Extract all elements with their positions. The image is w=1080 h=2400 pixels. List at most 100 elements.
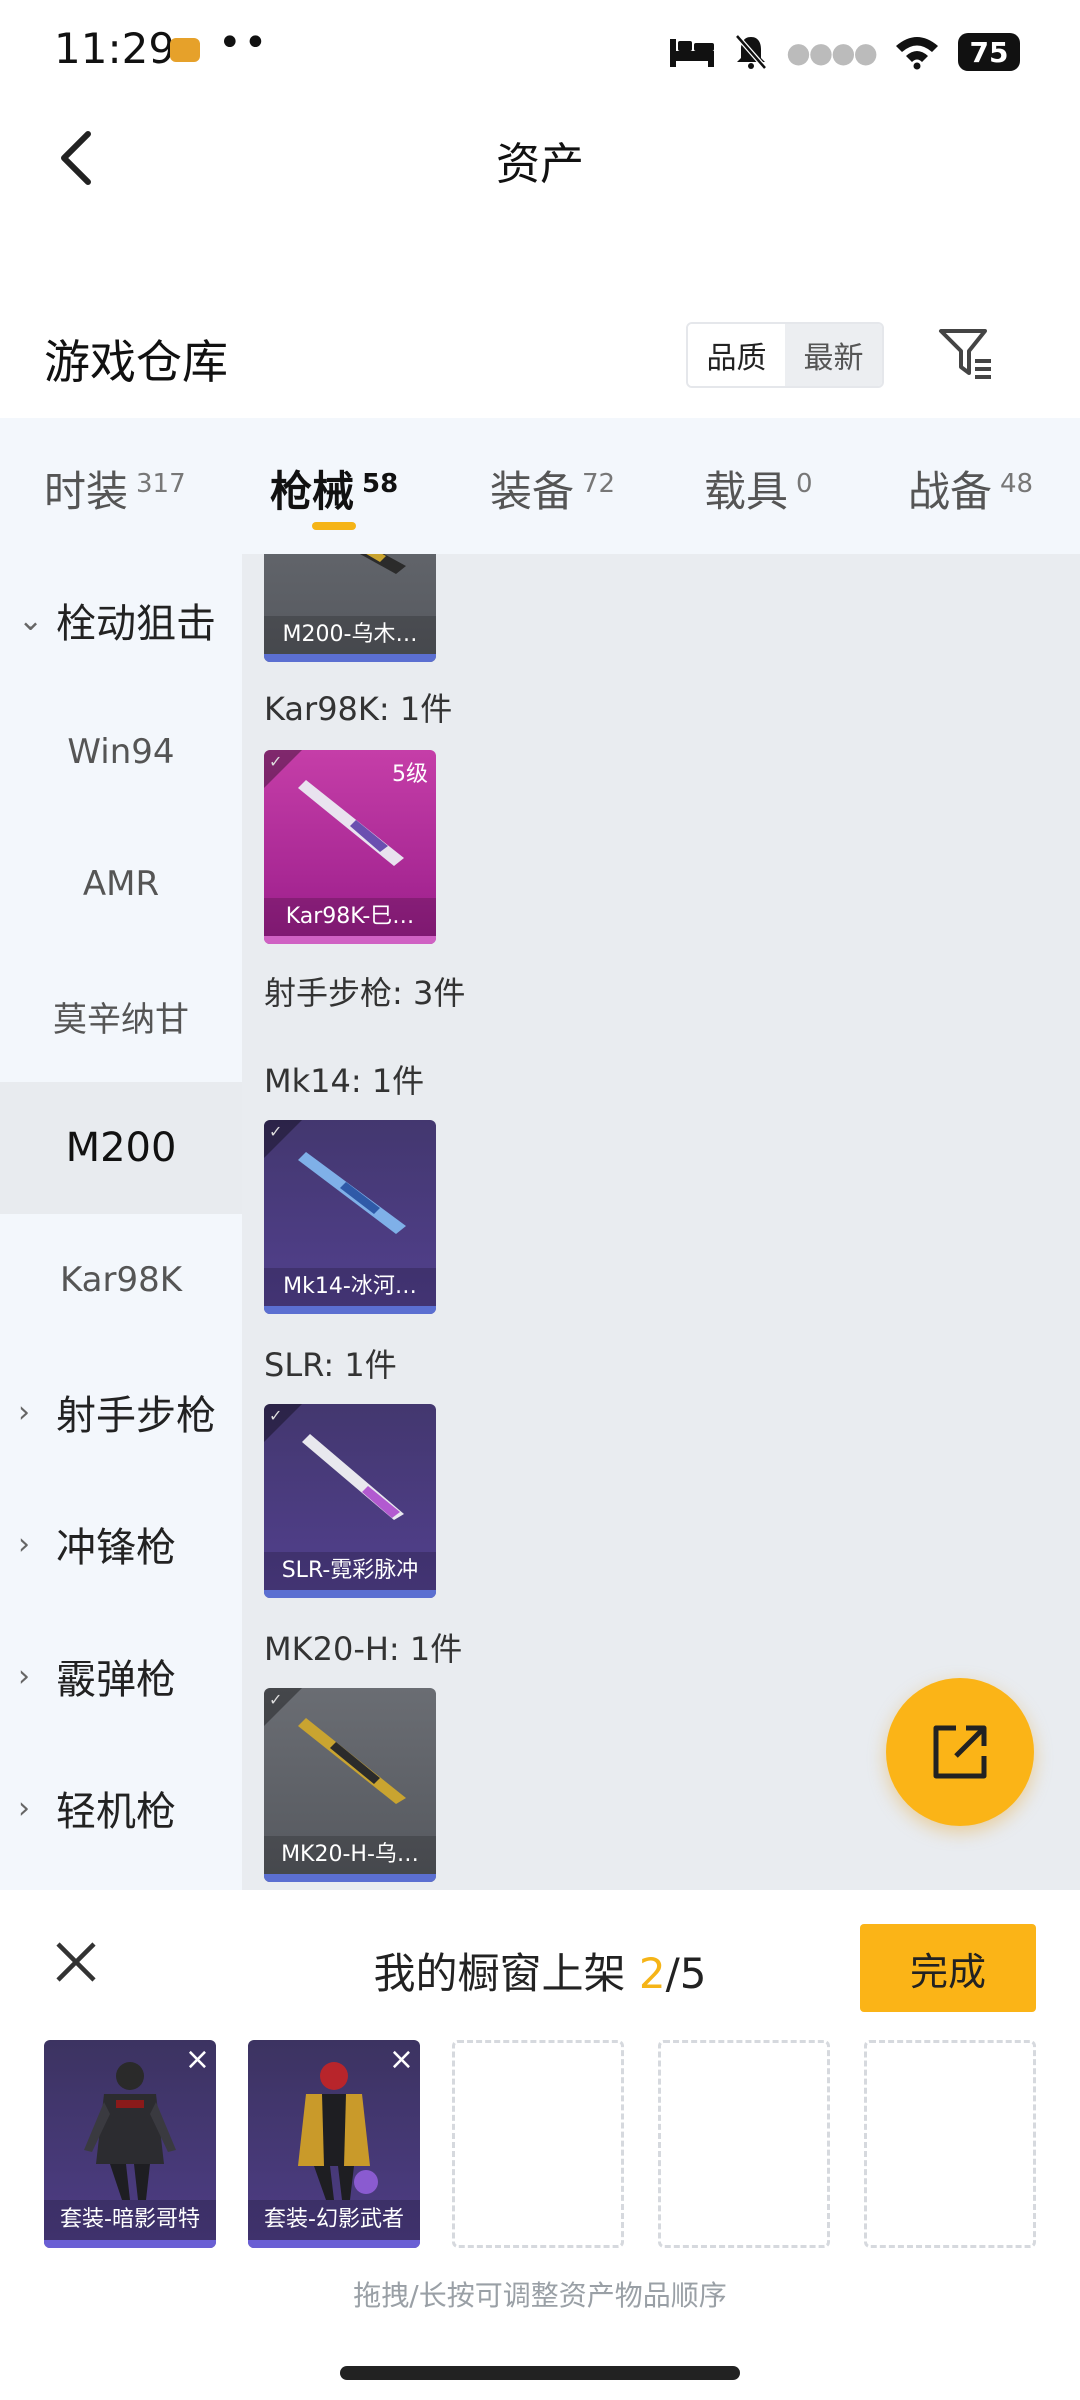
share-button[interactable] [886, 1678, 1034, 1826]
sidebar-item-kar98k[interactable]: Kar98K [0, 1214, 242, 1346]
chevron-right-icon: › [18, 1790, 30, 1826]
chevron-right-icon: › [18, 1658, 30, 1694]
weapon-card-name: Kar98K-巳… [264, 898, 436, 936]
empty-showcase-slot[interactable] [658, 2040, 830, 2248]
sidebar-item-shotgun[interactable]: › 霰弹枪 [0, 1610, 242, 1742]
sidebar-item-label: Win94 [67, 732, 175, 772]
weapon-card[interactable]: ✓ SLR-霓彩脉冲 [264, 1404, 436, 1598]
sidebar-item-mosin[interactable]: 莫辛纳甘 [0, 950, 242, 1082]
bed-icon [670, 39, 715, 67]
wifi-icon [896, 37, 938, 70]
sidebar-item-label: Kar98K [59, 1260, 183, 1300]
sort-quality-button[interactable]: 品质 [688, 324, 785, 386]
home-indicator[interactable] [340, 2366, 740, 2380]
gun-image-icon [298, 780, 404, 866]
outfit-image-icon [84, 2062, 176, 2200]
filter-button[interactable] [930, 318, 1000, 388]
sidebar-item-label: 莫辛纳甘 [53, 999, 189, 1040]
showcase-slot-name: 套装-幻影武者 [248, 2200, 420, 2240]
showcase-total: /5 [665, 1949, 707, 1998]
sidebar-item-marksman-rifle[interactable]: › 射手步枪 [0, 1346, 242, 1478]
tab-label: 装备 [490, 467, 575, 516]
tab-firearms[interactable]: 枪械 58 [270, 458, 398, 519]
showcase-count: 2 [638, 1949, 666, 1998]
sidebar-item-label: 轻机枪 [56, 1789, 176, 1835]
weapon-card-name: MK20-H-乌… [264, 1836, 436, 1874]
rarity-bar [264, 936, 436, 944]
weapon-card[interactable]: ✓ Mk14-冰河… [264, 1120, 436, 1314]
weapon-card[interactable]: ✓ MK20-H-乌… [264, 1688, 436, 1882]
warehouse-title: 游戏仓库 [44, 335, 228, 389]
tab-fashion[interactable]: 时装 317 [44, 458, 186, 519]
app-notification-icon [170, 38, 200, 62]
sidebar-item-bolt-action-sniper[interactable]: ⌄ 栓动狙击 [0, 554, 242, 686]
rarity-bar [264, 654, 436, 662]
tab-vehicles[interactable]: 载具 0 [704, 458, 813, 519]
battery-indicator: 75 [958, 33, 1020, 71]
active-tab-indicator [312, 522, 356, 530]
gun-image-icon [302, 1434, 404, 1520]
tab-label: 战备 [908, 467, 993, 516]
tab-count: 0 [796, 469, 813, 499]
sidebar-item-label: M200 [65, 1125, 177, 1171]
sidebar-item-label: 射手步枪 [56, 1393, 216, 1439]
chevron-right-icon: › [18, 1526, 30, 1562]
signal-dots-icon: ●●●● [786, 35, 878, 69]
section-label: MK20-H: 1件 [264, 1630, 463, 1668]
rarity-bar [264, 1306, 436, 1314]
mute-bell-icon [735, 34, 768, 70]
remove-slot-icon[interactable]: × [389, 2042, 414, 2077]
tab-label: 枪械 [270, 467, 355, 516]
sidebar-item-label: 霰弹枪 [56, 1657, 176, 1703]
rarity-bar [44, 2240, 216, 2248]
rarity-bar [264, 1590, 436, 1598]
section-label: Mk14: 1件 [264, 1062, 425, 1100]
showcase-title-text: 我的橱窗上架 [373, 1949, 639, 1998]
tab-count: 58 [362, 469, 399, 499]
sidebar-item-amr[interactable]: AMR [0, 818, 242, 950]
tab-count: 317 [136, 469, 186, 499]
sidebar-item-label: 栓动狙击 [56, 601, 216, 647]
filter-icon [939, 329, 991, 379]
rarity-bar [248, 2240, 420, 2248]
sidebar-item-lmg[interactable]: › 轻机枪 [0, 1742, 242, 1874]
page-title: 资产 [496, 139, 584, 190]
done-button[interactable]: 完成 [860, 1924, 1036, 2012]
showcase-slot[interactable]: × 套装-幻影武者 [248, 2040, 420, 2248]
chevron-right-icon: › [18, 1394, 30, 1430]
remove-slot-icon[interactable]: × [185, 2042, 210, 2077]
sidebar-item-label: 冲锋枪 [56, 1525, 176, 1571]
empty-showcase-slot[interactable] [452, 2040, 624, 2248]
rarity-bar [264, 1874, 436, 1882]
status-more-dots: •• [218, 20, 270, 66]
nav-bar: 资产 [0, 100, 1080, 212]
weapon-card[interactable]: M200-乌木… [264, 554, 436, 662]
status-bar: 11:29 •• ●●●● 75 [0, 0, 1080, 100]
section-label: 射手步枪: 3件 [264, 974, 466, 1012]
showcase-slot-name: 套装-暗影哥特 [44, 2200, 216, 2240]
gun-image-icon [298, 1718, 406, 1804]
sidebar-item-label: AMR [82, 864, 160, 904]
weapon-card[interactable]: ✓ 5级 Kar98K-巳… [264, 750, 436, 944]
weapon-type-sidebar: ⌄ 栓动狙击 Win94 AMR 莫辛纳甘 M200 Kar98K › 射手步枪… [0, 554, 242, 1890]
gun-image-icon [298, 1152, 406, 1234]
share-external-icon [933, 1725, 987, 1779]
sort-newest-button[interactable]: 最新 [785, 324, 882, 386]
weapon-card-name: M200-乌木… [264, 616, 436, 654]
sidebar-item-win94[interactable]: Win94 [0, 686, 242, 818]
outfit-image-icon [298, 2062, 378, 2200]
tab-label: 时装 [44, 467, 129, 516]
sidebar-item-smg[interactable]: › 冲锋枪 [0, 1478, 242, 1610]
section-label: Kar98K: 1件 [264, 690, 453, 728]
tab-count: 48 [1000, 469, 1034, 499]
chevron-down-icon: ⌄ [18, 602, 44, 638]
showcase-slot[interactable]: × 套装-暗影哥特 [44, 2040, 216, 2248]
tab-supplies[interactable]: 战备 48 [908, 458, 1033, 519]
sidebar-item-m200[interactable]: M200 [0, 1082, 242, 1214]
empty-showcase-slot[interactable] [864, 2040, 1036, 2248]
tab-equipment[interactable]: 装备 72 [490, 458, 615, 519]
status-time: 11:29 [54, 24, 176, 73]
tab-count: 72 [582, 469, 616, 499]
reorder-hint: 拖拽/长按可调整资产物品顺序 [353, 2279, 727, 2312]
showcase-panel: 我的橱窗上架 2/5 完成 × 套装-暗影哥特 × 套装-幻影武者 拖拽/长按可… [0, 1890, 1080, 2400]
